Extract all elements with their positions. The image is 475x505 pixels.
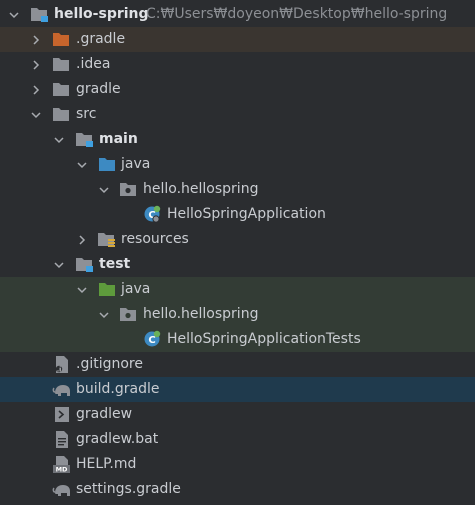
project-tree: hello-spring C:₩Users₩doyeon₩Desktop₩hel… <box>0 0 475 505</box>
tree-row-build-gradle[interactable]: build.gradle <box>0 377 475 402</box>
module-folder-icon <box>30 5 50 24</box>
tree-item-label: settings.gradle <box>76 481 181 497</box>
module-folder-icon <box>75 130 95 149</box>
chevron-down-icon[interactable] <box>53 127 65 152</box>
tree-row-gradlew[interactable]: gradlew <box>0 402 475 427</box>
tree-row-main[interactable]: main <box>0 127 475 152</box>
tree-row-gradle-cache[interactable]: .gradle <box>0 27 475 52</box>
tree-item-label: build.gradle <box>76 381 160 397</box>
test-folder-icon <box>98 280 118 299</box>
tree-item-label: .idea <box>76 56 111 72</box>
tree-row-src[interactable]: src <box>0 102 475 127</box>
tree-row-help-md[interactable]: MD HELP.md <box>0 452 475 477</box>
chevron-right-icon[interactable] <box>76 227 88 252</box>
module-folder-icon <box>75 255 95 274</box>
chevron-down-icon[interactable] <box>53 252 65 277</box>
tree-item-label: src <box>76 106 97 122</box>
tree-row-idea[interactable]: .idea <box>0 52 475 77</box>
chevron-right-icon[interactable] <box>30 77 42 102</box>
chevron-right-icon[interactable] <box>30 27 42 52</box>
tree-item-label: test <box>99 256 131 272</box>
project-name: hello-spring <box>54 6 149 22</box>
folder-icon <box>52 80 72 99</box>
svg-text:MD: MD <box>56 466 68 474</box>
package-icon <box>119 180 139 199</box>
tree-row-test-class[interactable]: C HelloSpringApplicationTests <box>0 327 475 352</box>
tree-row-gradle[interactable]: gradle <box>0 77 475 102</box>
tree-item-label: gradlew <box>76 406 133 422</box>
source-folder-icon <box>98 155 118 174</box>
tree-row-main-class[interactable]: C HelloSpringApplication <box>0 202 475 227</box>
tree-row-test[interactable]: test <box>0 252 475 277</box>
tree-row-main-package[interactable]: hello.hellospring <box>0 177 475 202</box>
tree-item-label: resources <box>121 231 189 247</box>
tree-item-label: HelloSpringApplicationTests <box>167 331 361 347</box>
chevron-down-icon[interactable] <box>8 2 20 27</box>
chevron-down-icon[interactable] <box>76 152 88 177</box>
tree-row-resources[interactable]: resources <box>0 227 475 252</box>
chevron-down-icon[interactable] <box>98 302 110 327</box>
tree-item-label: java <box>121 281 151 297</box>
tree-row-test-package[interactable]: hello.hellospring <box>0 302 475 327</box>
chevron-right-icon[interactable] <box>30 52 42 77</box>
spring-test-class-icon: C <box>143 330 163 349</box>
tree-item-label: .gradle <box>76 31 126 47</box>
folder-icon <box>52 30 72 49</box>
folder-icon <box>52 105 72 124</box>
svg-text:.i: .i <box>57 367 61 374</box>
tree-row-gradlew-bat[interactable]: gradlew.bat <box>0 427 475 452</box>
tree-item-label: java <box>121 156 151 172</box>
markdown-icon: MD <box>52 455 72 474</box>
tree-row-project-root[interactable]: hello-spring C:₩Users₩doyeon₩Desktop₩hel… <box>0 2 475 27</box>
resources-folder-icon <box>97 230 117 249</box>
tree-item-label: hello.hellospring <box>143 181 259 197</box>
tree-row-main-java[interactable]: java <box>0 152 475 177</box>
tree-item-label: HelloSpringApplication <box>167 206 326 222</box>
svg-text:C: C <box>148 335 155 346</box>
folder-icon <box>52 55 72 74</box>
package-icon <box>119 305 139 324</box>
batch-file-icon <box>52 430 72 449</box>
tree-item-label: HELP.md <box>76 456 137 472</box>
chevron-down-icon[interactable] <box>98 177 110 202</box>
chevron-down-icon[interactable] <box>76 277 88 302</box>
gradle-elephant-icon <box>52 480 72 499</box>
tree-item-label: .gitignore <box>76 356 143 372</box>
gradle-elephant-icon <box>52 380 72 399</box>
tree-row-test-java[interactable]: java <box>0 277 475 302</box>
tree-item-label: gradlew.bat <box>76 431 159 447</box>
tree-row-settings-gradle[interactable]: settings.gradle <box>0 477 475 502</box>
chevron-down-icon[interactable] <box>30 102 42 127</box>
terminal-script-icon <box>52 405 72 424</box>
tree-item-label: hello.hellospring <box>143 306 259 322</box>
tree-row-gitignore[interactable]: .i .gitignore <box>0 352 475 377</box>
project-path: C:₩Users₩doyeon₩Desktop₩hello-spring <box>146 6 448 22</box>
gitignore-file-icon: .i <box>52 355 72 374</box>
tree-item-label: gradle <box>76 81 121 97</box>
tree-item-label: main <box>99 131 138 147</box>
spring-class-icon: C <box>143 205 163 224</box>
